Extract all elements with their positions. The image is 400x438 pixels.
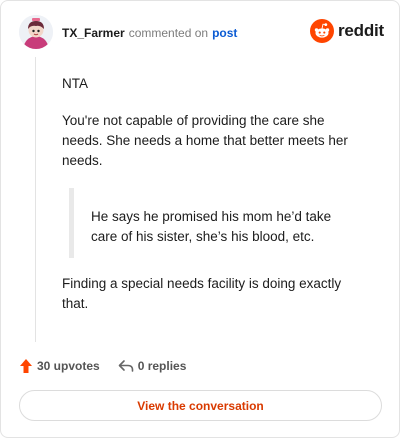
view-conversation-button[interactable]: View the conversation	[19, 390, 382, 421]
comment-paragraph: NTA	[62, 76, 88, 91]
upvote-arrow-icon	[20, 359, 32, 373]
blockquote: He says he promised his mom he’d take ca…	[69, 188, 374, 258]
action-text: commented on	[128, 26, 209, 40]
comment-meta: TX_Farmer commented on post	[62, 26, 237, 40]
username-link[interactable]: TX_Farmer	[62, 26, 125, 40]
reply-arrow-icon	[118, 360, 134, 372]
thread-line	[35, 57, 36, 342]
comment-actions: 30 upvotes 0 replies	[19, 356, 186, 376]
upvote-count: 30 upvotes	[37, 359, 100, 373]
comment-paragraph: You're not capable of providing the care…	[62, 113, 348, 168]
replies-button[interactable]: 0 replies	[118, 359, 187, 373]
user-avatar[interactable]	[19, 15, 53, 49]
upvote-button[interactable]: 30 upvotes	[19, 358, 100, 374]
reply-count: 0 replies	[137, 359, 187, 373]
reddit-wordmark: reddit	[337, 21, 384, 40]
reddit-logo[interactable]: reddit	[309, 19, 384, 43]
comment-paragraph: Finding a special needs facility is doin…	[62, 276, 342, 311]
post-link[interactable]: post	[212, 26, 237, 40]
comment-header: TX_Farmer commented on post reddit	[19, 15, 384, 51]
embedded-comment-card: TX_Farmer commented on post reddit NTA You…	[0, 0, 400, 438]
blockquote-text: He says he promised his mom he’d take ca…	[91, 209, 332, 244]
reddit-snoo-icon	[309, 19, 334, 43]
avatar-illustration	[19, 15, 53, 49]
